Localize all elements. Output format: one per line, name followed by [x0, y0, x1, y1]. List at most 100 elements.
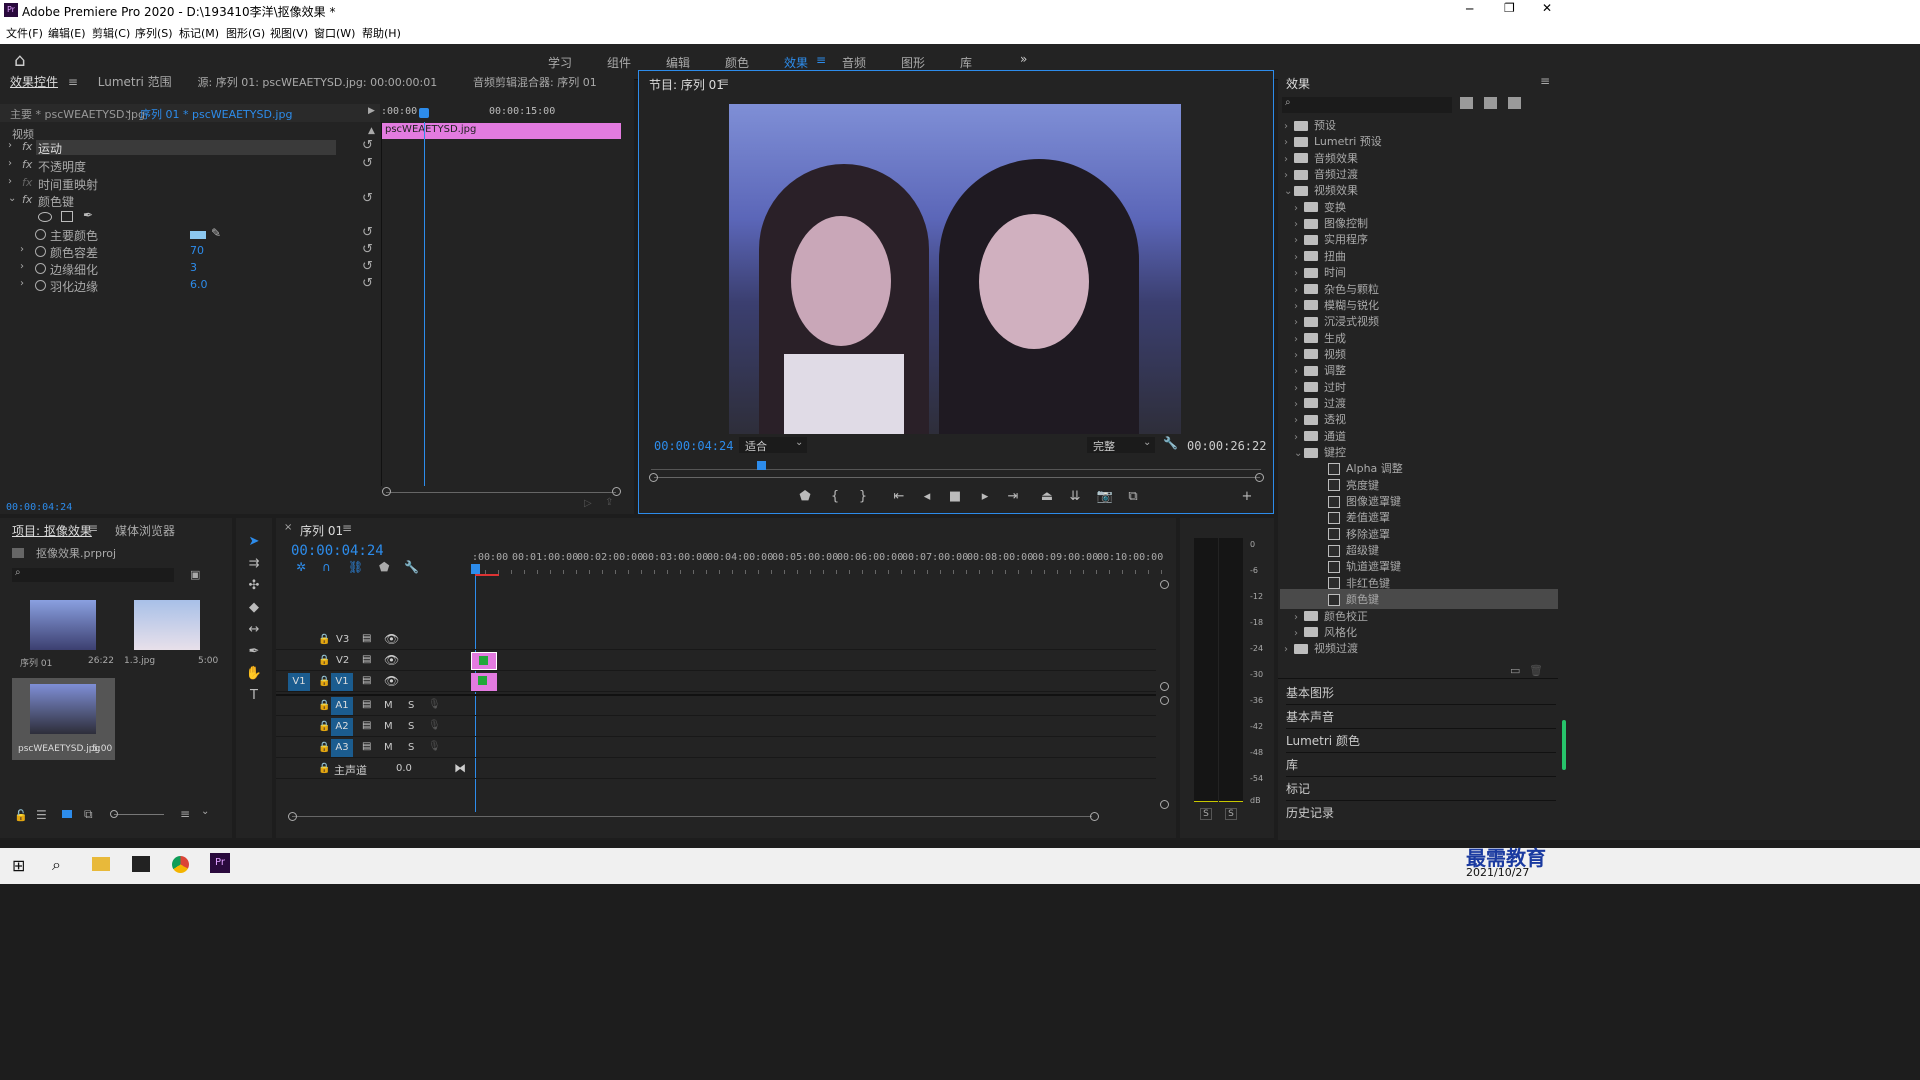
program-playhead[interactable] [757, 461, 766, 470]
32bit-icon[interactable] [1484, 97, 1497, 109]
more-workspaces-icon[interactable]: » [1020, 52, 1027, 66]
quality-dropdown[interactable]: 完整 ⌄ [1087, 437, 1155, 453]
ellipse-mask-icon[interactable] [38, 212, 52, 222]
mute-button[interactable]: M [384, 700, 393, 711]
fx-row-time-remap[interactable]: › fx 时间重映射 [0, 176, 380, 192]
file-explorer-icon[interactable] [92, 857, 110, 871]
stopwatch-icon[interactable] [35, 246, 46, 257]
panel-libraries[interactable]: 库 [1286, 753, 1556, 777]
snap-icon[interactable]: ∩ [322, 560, 331, 574]
sync-lock-icon[interactable]: ▤ [362, 654, 371, 665]
menu-view[interactable]: 视图(V) [270, 25, 308, 41]
compare-icon[interactable]: ⧉ [1121, 485, 1145, 509]
lock-icon[interactable]: 🔒 [318, 655, 330, 666]
work-area-bar[interactable] [475, 574, 499, 576]
delete-icon[interactable]: 🗑 [1529, 664, 1543, 677]
track-label[interactable]: A3 [331, 739, 353, 757]
track-select-tool-icon[interactable]: ⇉ [242, 552, 266, 576]
expand-chevron-icon[interactable]: › [20, 261, 24, 272]
lift-icon[interactable]: ⏏ [1035, 485, 1059, 509]
project-item-image2[interactable]: pscWEAETYSD.jpg 5:00 [12, 678, 115, 760]
ec-clip-bar[interactable]: pscWEAETYSD.jpg [381, 123, 621, 139]
mic-icon[interactable]: 🎙 [428, 699, 441, 710]
track-label[interactable]: A1 [331, 697, 353, 715]
eye-icon[interactable]: 👁 [384, 632, 399, 646]
lock-icon[interactable]: 🔒 [318, 676, 330, 687]
project-item-sequence[interactable]: 序列 01 26:22 [14, 598, 114, 670]
scroll-handle-left[interactable] [649, 473, 658, 482]
stop-icon[interactable]: ■ [943, 485, 967, 509]
scroll-up-icon[interactable]: ▲ [368, 126, 375, 136]
windows-start-icon[interactable]: ⊞ [12, 856, 25, 875]
export-icon[interactable]: ⇪ [605, 497, 613, 508]
menu-marker[interactable]: 标记(M) [179, 25, 219, 41]
tab-menu-icon[interactable]: ≡ [68, 75, 78, 89]
mic-icon[interactable]: 🎙 [428, 741, 441, 752]
workspace-graphics[interactable]: 图形 [901, 54, 925, 71]
scroll-handle-right[interactable] [1255, 473, 1264, 482]
workspace-assembly[interactable]: 组件 [607, 54, 631, 71]
lock-icon[interactable]: 🔒 [318, 634, 330, 645]
eyedropper-icon[interactable]: ✎ [211, 226, 221, 240]
scroll-handle-bottom[interactable] [1160, 800, 1169, 809]
fit-dropdown[interactable]: 适合 ⌄ [739, 437, 807, 453]
menu-sequence[interactable]: 序列(S) [135, 25, 173, 41]
lock-icon[interactable]: 🔒 [318, 742, 330, 753]
track-label[interactable]: V2 [336, 655, 349, 666]
selection-tool-icon[interactable]: ➤ [242, 530, 266, 554]
effects-title[interactable]: 效果 [1286, 75, 1310, 92]
menu-clip[interactable]: 剪辑(C) [92, 25, 130, 41]
ec-timecode[interactable]: 00:00:04:24 [6, 502, 72, 513]
solo-button[interactable]: S [408, 721, 414, 732]
panel-history[interactable]: 历史记录 [1286, 801, 1556, 825]
home-icon[interactable]: ⌂ [14, 50, 25, 71]
panel-menu-icon[interactable]: ≡ [88, 521, 98, 535]
lock-icon[interactable]: 🔒 [318, 763, 330, 774]
close-icon[interactable]: ✕ [1542, 1, 1552, 15]
icon-view-icon[interactable] [62, 810, 72, 818]
sync-lock-icon[interactable]: ▤ [362, 675, 371, 686]
track-label[interactable]: V1 [331, 673, 353, 691]
expand-chevron-icon[interactable]: › [8, 140, 12, 151]
go-to-end-icon[interactable]: ⧓ [454, 761, 466, 775]
panel-menu-icon[interactable]: ≡ [342, 521, 352, 535]
fx-row-opacity[interactable]: › fx 不透明度 ↺ [0, 156, 380, 174]
program-ruler[interactable] [651, 469, 1261, 470]
reset-icon[interactable]: ↺ [362, 276, 373, 291]
hand-tool-icon[interactable]: ✋ [242, 662, 266, 686]
timeline-settings-icon[interactable]: 🔧 [404, 560, 419, 574]
program-timecode[interactable]: 00:00:04:24 [654, 439, 733, 453]
scroll-handle-mid2[interactable] [1160, 696, 1169, 705]
panel-markers[interactable]: 标记 [1286, 777, 1556, 801]
eye-icon[interactable]: 👁 [384, 653, 399, 667]
fx-row-motion[interactable]: › fx 运动 ↺ [0, 138, 380, 156]
ec-scroll-track[interactable] [386, 492, 616, 493]
mark-out-icon[interactable]: } [851, 485, 875, 509]
reset-icon[interactable]: ↺ [362, 138, 373, 153]
hscroll-handle-right[interactable] [1090, 812, 1099, 821]
scroll-handle-right[interactable] [612, 487, 621, 496]
eye-icon[interactable]: 👁 [384, 674, 399, 688]
tab-effect-controls[interactable]: 效果控件 [10, 75, 58, 89]
step-forward-icon[interactable]: ▸ [973, 485, 997, 509]
project-item-image1[interactable]: 1.3.jpg 5:00 [118, 598, 218, 670]
timeline-playhead-marker[interactable] [471, 564, 480, 574]
pen-mask-icon[interactable]: ✒ [83, 208, 93, 222]
clip-v1[interactable] [471, 673, 497, 691]
master-value[interactable]: 0.0 [396, 763, 412, 774]
scroll-handle-mid[interactable] [1160, 682, 1169, 691]
search-icon[interactable]: ⌕ [52, 855, 61, 875]
tab-source[interactable]: 源: 序列 01: pscWEAETYSD.jpg: 00:00:00:01 [198, 76, 438, 89]
menu-graphics[interactable]: 图形(G) [226, 25, 265, 41]
stopwatch-icon[interactable] [35, 280, 46, 291]
yuv-icon[interactable] [1508, 97, 1521, 109]
workspace-learn[interactable]: 学习 [548, 54, 572, 71]
mic-icon[interactable]: 🎙 [428, 720, 441, 731]
ripple-edit-tool-icon[interactable]: ✣ [242, 574, 266, 598]
key-color-swatch[interactable] [190, 231, 206, 239]
stopwatch-icon[interactable] [35, 263, 46, 274]
new-bin-icon[interactable]: ▣ [190, 568, 200, 581]
sync-lock-icon[interactable]: ▤ [362, 720, 371, 731]
program-scroll[interactable] [654, 477, 1260, 478]
lock-icon[interactable]: 🔓 [14, 809, 28, 822]
